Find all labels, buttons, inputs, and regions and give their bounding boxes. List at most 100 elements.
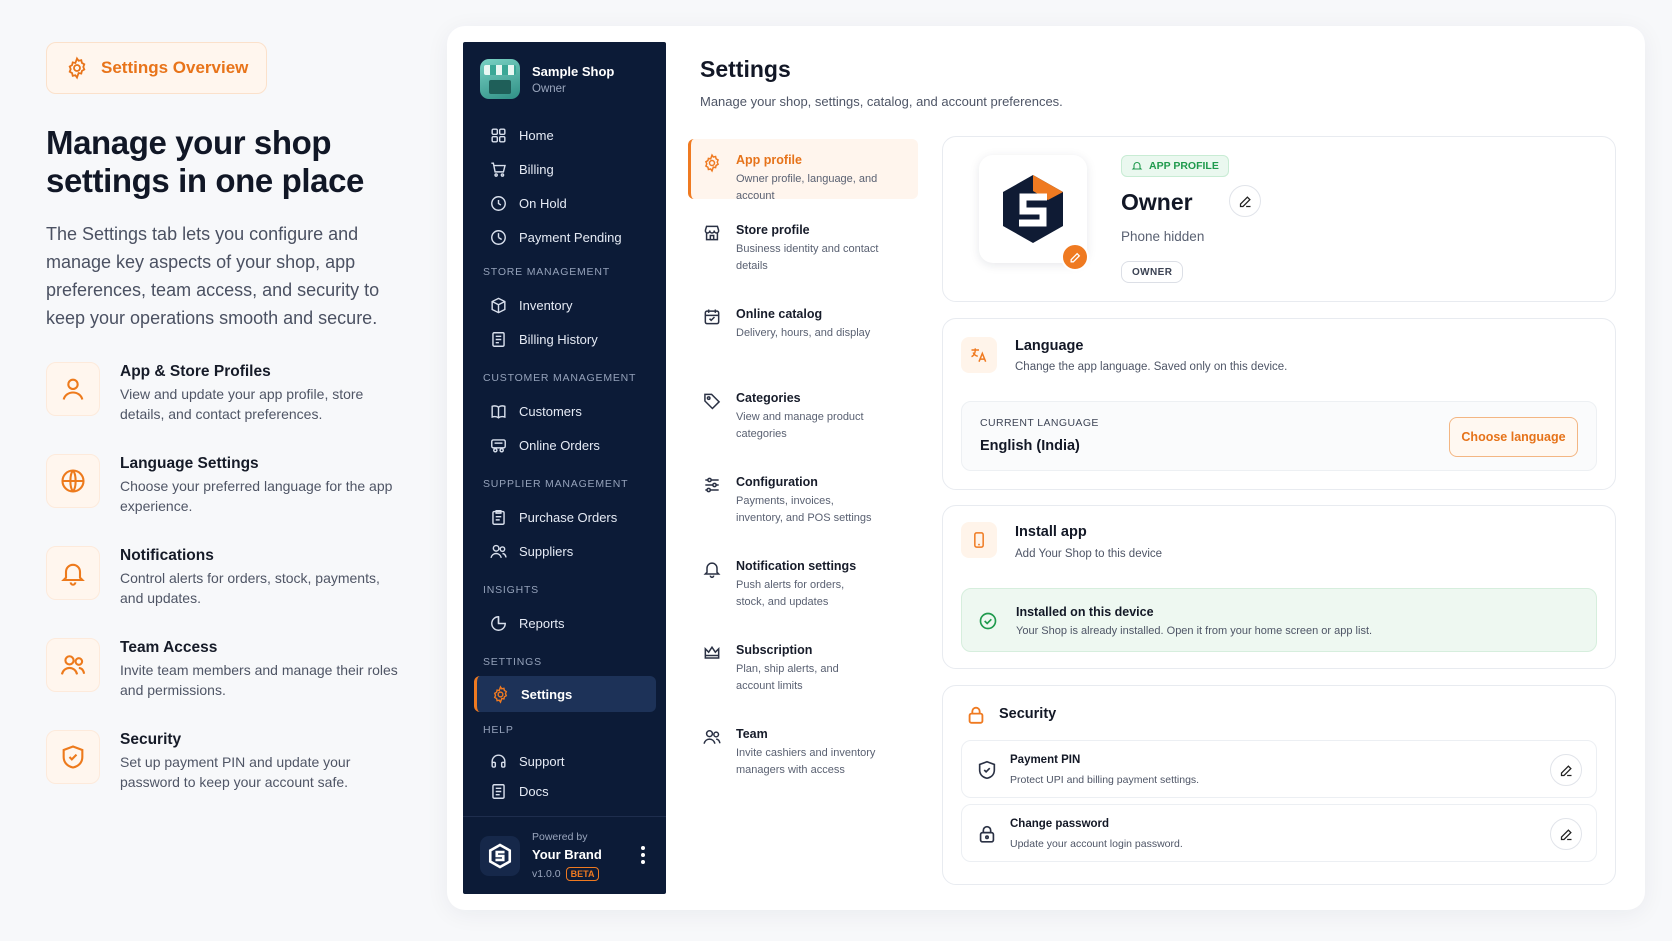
current-language-label: CURRENT LANGUAGE: [980, 417, 1099, 429]
subnav-team[interactable]: Team Invite cashiers and inventory manage…: [688, 713, 918, 797]
pencil-icon: [1559, 763, 1574, 778]
translate-icon: [961, 337, 997, 373]
install-status-title: Installed on this device: [1016, 605, 1154, 619]
settings-overview-pill: Settings Overview: [46, 42, 268, 94]
subnav-subscription[interactable]: Subscription Plan, ship alerts, and accou…: [688, 629, 918, 713]
tag-icon: [702, 391, 722, 461]
subnav-desc: Push alerts for orders, stock, and updat…: [736, 579, 845, 608]
phone-icon: [961, 522, 997, 558]
user-icon: [46, 362, 100, 416]
users-icon: [702, 727, 722, 797]
sidebar: Sample Shop Owner Home Billing On Hold P…: [463, 42, 666, 894]
sidebar-item-billing[interactable]: Billing: [463, 152, 666, 186]
edit-logo-button[interactable]: [1061, 243, 1089, 271]
brand-logo: [480, 835, 520, 876]
pill-label: Settings Overview: [101, 58, 249, 77]
subnav-title: Store profile: [736, 223, 810, 237]
change-password-row: Change password Update your account logi…: [961, 804, 1597, 862]
row-desc: Update your account login password.: [1010, 838, 1183, 850]
sidebar-item-docs[interactable]: Docs: [463, 774, 666, 808]
lead-text: The Settings tab lets you configure and …: [46, 224, 380, 328]
sidebar-item-label: Billing History: [519, 331, 598, 347]
headset-icon: [489, 752, 508, 771]
subnav-store-profile[interactable]: Store profile Business identity and conta…: [688, 209, 918, 293]
sidebar-item-label: Inventory: [519, 297, 573, 313]
sidebar-footer: Powered by Your Brand v1.0.0 BETA: [463, 816, 666, 894]
feature-item: Team Access Invite team members and manag…: [46, 638, 406, 700]
gear-icon: [65, 56, 89, 80]
subnav-categories[interactable]: Categories View and manage product catego…: [688, 377, 918, 461]
subnav-configuration[interactable]: Configuration Payments, invoices, invento…: [688, 461, 918, 545]
more-options-icon[interactable]: [640, 845, 646, 865]
sidebar-item-on-hold[interactable]: On Hold: [463, 186, 666, 220]
sidebar-item-online-orders[interactable]: Online Orders: [463, 428, 666, 462]
current-language-box: CURRENT LANGUAGE English (India) Choose …: [961, 401, 1597, 471]
sidebar-item-home[interactable]: Home: [463, 118, 666, 152]
sidebar-item-reports[interactable]: Reports: [463, 606, 666, 640]
timer-icon: [489, 228, 508, 247]
install-title: Install app: [1015, 524, 1087, 540]
feature-desc: Set up payment PIN and update your passw…: [120, 754, 351, 790]
powered-by-label: Powered by: [532, 830, 588, 843]
subnav-online-catalog[interactable]: Online catalog Delivery, hours, and displ…: [688, 293, 918, 377]
sidebar-item-billing-history[interactable]: Billing History: [463, 322, 666, 356]
catalog-icon: [702, 307, 722, 377]
document-icon: [489, 782, 508, 801]
subnav-app-profile[interactable]: App profile Owner profile, language, and …: [688, 139, 918, 202]
feature-title: Language Settings: [120, 455, 259, 472]
receipt-icon: [489, 330, 508, 349]
sidebar-item-label: Suppliers: [519, 543, 574, 559]
feature-title: Security: [120, 731, 182, 748]
sidebar-item-label: Payment Pending: [519, 229, 622, 245]
check-circle-icon: [978, 611, 998, 631]
subnav-title: Categories: [736, 391, 801, 405]
sidebar-item-label: Settings: [521, 686, 573, 702]
feature-desc: View and update your app profile, store …: [120, 386, 364, 422]
globe-icon: [46, 454, 100, 508]
sidebar-item-settings[interactable]: Settings: [474, 676, 656, 712]
book-icon: [489, 402, 508, 421]
sidebar-item-support[interactable]: Support: [463, 744, 666, 778]
row-title: Payment PIN: [1010, 754, 1081, 766]
edit-name-button[interactable]: [1229, 185, 1261, 217]
sliders-icon: [702, 475, 722, 545]
sidebar-item-customers[interactable]: Customers: [463, 394, 666, 428]
row-title: Change password: [1010, 818, 1110, 830]
sidebar-item-suppliers[interactable]: Suppliers: [463, 534, 666, 568]
sidebar-item-inventory[interactable]: Inventory: [463, 288, 666, 322]
nav-section-title: STORE MANAGEMENT: [483, 266, 610, 278]
sidebar-item-payment-pending[interactable]: Payment Pending: [463, 220, 666, 254]
nav-section-title: INSIGHTS: [483, 584, 539, 596]
subnav-notification-settings[interactable]: Notification settings Push alerts for ord…: [688, 545, 918, 629]
subnav-title: Team: [736, 727, 768, 741]
version-label: v1.0.0: [532, 867, 561, 880]
language-desc: Change the app language. Saved only on t…: [1015, 361, 1288, 373]
shop-switcher[interactable]: Sample Shop Owner: [480, 59, 614, 99]
subnav-desc: View and manage product categories: [736, 411, 864, 440]
feature-item: Language Settings Choose your preferred l…: [46, 454, 406, 516]
owner-name: Owner: [1121, 189, 1193, 215]
page-subtitle: Manage your shop, settings, catalog, and…: [700, 94, 1063, 109]
sidebar-item-label: Support: [519, 753, 565, 769]
feature-title: Team Access: [120, 639, 218, 656]
subnav-desc: Delivery, hours, and display: [736, 327, 871, 339]
nav-section-title: SUPPLIER MANAGEMENT: [483, 478, 629, 490]
sidebar-item-label: Reports: [519, 615, 565, 631]
bell-icon: [1131, 160, 1143, 172]
edit-payment-pin-button[interactable]: [1550, 754, 1582, 786]
feature-list: App & Store Profiles View and update your…: [46, 362, 406, 792]
feature-item: App & Store Profiles View and update your…: [46, 362, 406, 424]
install-desc: Add Your Shop to this device: [1015, 548, 1163, 560]
subnav-desc: Owner profile, language, and account: [736, 173, 878, 202]
subnav-title: Configuration: [736, 475, 818, 489]
bell-icon: [46, 546, 100, 600]
choose-language-button[interactable]: Choose language: [1449, 417, 1578, 457]
language-card: Language Change the app language. Saved …: [942, 318, 1616, 490]
phone-text: Phone hidden: [1121, 229, 1205, 244]
subnav-title: Subscription: [736, 643, 813, 657]
subnav-desc: Business identity and contact details: [736, 243, 879, 272]
edit-password-button[interactable]: [1550, 818, 1582, 850]
sidebar-item-purchase-orders[interactable]: Purchase Orders: [463, 500, 666, 534]
users-icon: [489, 542, 508, 561]
sidebar-item-label: Customers: [519, 403, 582, 419]
